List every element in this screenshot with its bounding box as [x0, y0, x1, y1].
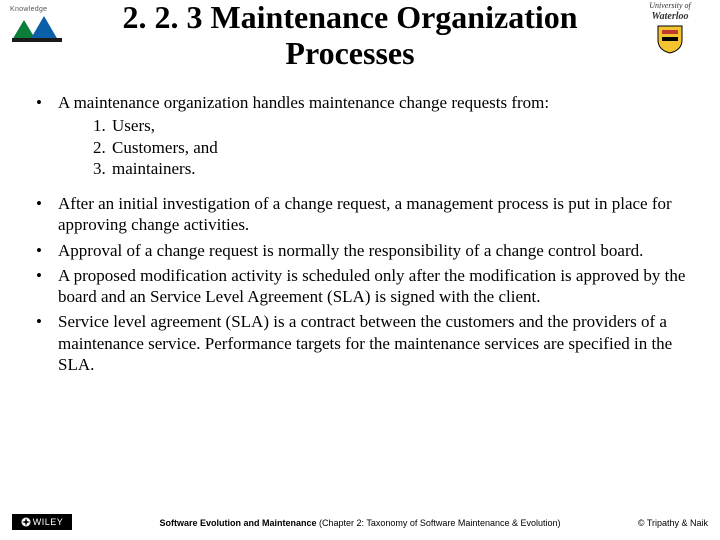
waterloo-logo-prefix: University of [630, 2, 710, 10]
waterloo-logo-label: Waterloo [630, 12, 710, 22]
waterloo-logo: University of Waterloo [630, 2, 710, 54]
footer-copyright: © Tripathy & Naik [638, 518, 708, 528]
bullet-item: A maintenance organization handles maint… [30, 92, 690, 179]
bullet-text: A proposed modification activity is sche… [58, 266, 685, 306]
slide-title: 2. 2. 3 Maintenance Organization Process… [80, 0, 620, 72]
footer-subtitle: (Chapter 2: Taxonomy of Software Mainten… [317, 518, 561, 528]
footer-center: Software Evolution and Maintenance (Chap… [0, 518, 720, 528]
bullet-text: Approval of a change request is normally… [58, 241, 643, 260]
knowledge-logo-icon [10, 14, 66, 44]
numbered-item: Users, [110, 115, 690, 136]
shield-icon [656, 24, 684, 54]
knowledge-logo-label: Knowledge [10, 6, 66, 13]
slide-body: A maintenance organization handles maint… [30, 92, 690, 379]
slide: Knowledge University of Waterloo 2. 2. 3… [0, 0, 720, 540]
bullet-item: Approval of a change request is normally… [30, 240, 690, 261]
bullet-text: Service level agreement (SLA) is a contr… [58, 312, 672, 374]
knowledge-logo: Knowledge [10, 6, 66, 46]
bullet-text: After an initial investigation of a chan… [58, 194, 672, 234]
bullet-text: A maintenance organization handles maint… [58, 93, 549, 112]
footer-title: Software Evolution and Maintenance [160, 518, 317, 528]
bullet-item: After an initial investigation of a chan… [30, 193, 690, 236]
slide-footer: WILEY Software Evolution and Maintenance… [0, 510, 720, 532]
bullet-item: A proposed modification activity is sche… [30, 265, 690, 308]
bullet-item: Service level agreement (SLA) is a contr… [30, 311, 690, 375]
numbered-item: maintainers. [110, 158, 690, 179]
numbered-item: Customers, and [110, 137, 690, 158]
